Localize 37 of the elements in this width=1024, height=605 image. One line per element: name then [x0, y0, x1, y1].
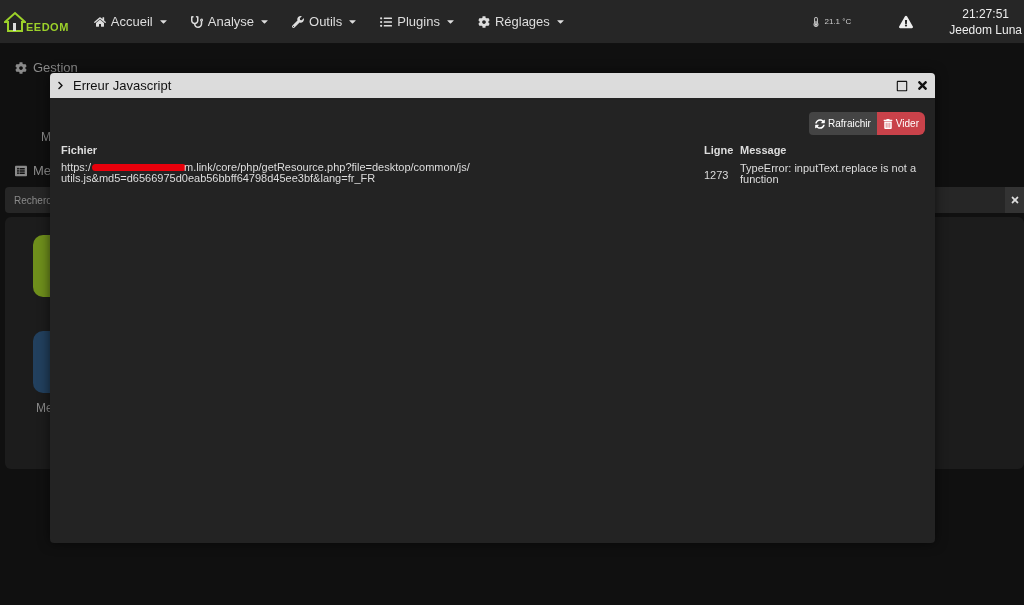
tile-label: M [41, 130, 51, 144]
nav-menu[interactable]: Réglages [466, 14, 577, 29]
gear-icon [15, 61, 27, 74]
chevron-icon[interactable] [56, 81, 65, 90]
clear-button[interactable]: Vider [876, 112, 925, 135]
maximize-icon[interactable] [896, 79, 908, 92]
modal-title: Erreur Javascript [73, 78, 173, 93]
nav-menu[interactable]: Plugins [369, 14, 467, 29]
nav-menu[interactable]: Outils [281, 14, 370, 29]
file-url: utils.js&md5=d6566975d0eab56bbff64798d45ee3bf&lang=fr_FR [61, 172, 376, 184]
column-header: Ligne [704, 144, 735, 158]
gear-icon [477, 15, 490, 28]
section-title: Me [33, 163, 52, 178]
section-title: Gestion [33, 60, 78, 75]
list-icon [15, 164, 27, 177]
trash-icon [882, 118, 893, 129]
temperature: 21.1 °C [811, 16, 852, 27]
logo-text: EEDOM [26, 20, 69, 33]
refresh-button[interactable]: Rafraichir [809, 112, 877, 135]
house-logo-icon [4, 10, 26, 33]
refresh-icon [815, 118, 826, 129]
clock-time: 21:27:51 [962, 5, 1009, 22]
file-url: https:/ [61, 162, 91, 173]
close-icon[interactable] [916, 79, 929, 92]
table-cell-text: TypeError: inputText.replace is not a function [740, 162, 918, 185]
close-icon[interactable] [1005, 187, 1024, 213]
wrench-icon [292, 15, 304, 28]
user-name: Jeedom Luna [949, 21, 1022, 38]
table-cell-text: 1273 [704, 168, 730, 183]
list-icon [380, 15, 393, 28]
stethoscope-icon [190, 15, 203, 28]
column-header: Fichier [61, 144, 99, 158]
nav-menu[interactable]: Accueil [82, 14, 180, 29]
column-header: Message [740, 144, 788, 158]
warning-icon[interactable] [899, 14, 914, 29]
home-icon [93, 15, 106, 28]
nav-menu[interactable]: Analyse [179, 14, 281, 29]
